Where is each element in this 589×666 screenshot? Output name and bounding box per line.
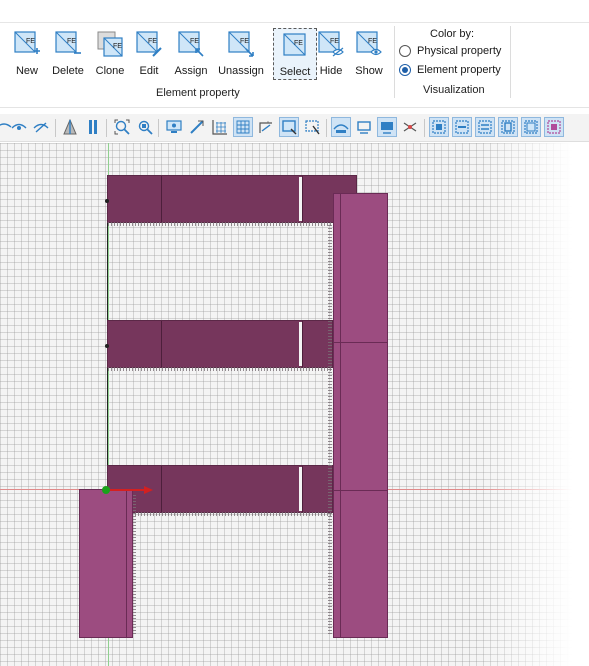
zoom-window-icon[interactable] — [135, 117, 155, 137]
ribbon-group-separator — [394, 26, 395, 98]
fe-hide-icon: FE — [318, 31, 344, 57]
beam-joint — [299, 177, 302, 221]
fe-show-icon: FE — [356, 31, 382, 56]
box-select-icon[interactable] — [279, 117, 299, 137]
show-button-label: Show — [355, 65, 383, 77]
model-viewport[interactable] — [0, 143, 589, 666]
screenshot-monitor-icon[interactable] — [164, 117, 184, 137]
fe-clone-icon: FE — [97, 31, 123, 57]
axis-triad-icon — [102, 486, 153, 494]
assign-button[interactable]: FE Assign — [169, 28, 213, 80]
physical-property-label: Physical property — [417, 45, 502, 57]
beam-joint — [299, 467, 302, 511]
ribbon-group-separator-end — [510, 26, 511, 98]
column-left[interactable] — [79, 489, 133, 638]
fe-delete-icon: FE — [55, 31, 81, 54]
svg-text:FE: FE — [190, 38, 199, 45]
beam-joint — [299, 322, 302, 366]
measure-ruler-icon[interactable] — [187, 117, 207, 137]
fe-select-icon: FE — [283, 33, 306, 56]
svg-text:FE: FE — [368, 38, 377, 45]
element-property-radio[interactable]: Element property — [399, 62, 501, 78]
beam-level-1[interactable] — [107, 175, 357, 226]
parallel-projection-icon[interactable] — [83, 117, 103, 137]
element-property-label: Element property — [417, 64, 501, 76]
hide-eye-icon[interactable] — [31, 117, 51, 137]
display-option-3-icon[interactable] — [475, 117, 495, 137]
physical-property-radio[interactable]: Physical property — [399, 43, 501, 59]
toolbar-separator — [55, 119, 56, 137]
fe-unassign-icon: FE — [228, 31, 254, 57]
svg-text:FE: FE — [26, 38, 35, 45]
svg-text:°: ° — [267, 121, 269, 127]
view-mode-1-icon[interactable] — [331, 117, 351, 137]
ribbon-top-divider — [0, 22, 589, 23]
svg-text:FE: FE — [240, 38, 249, 45]
toolbar-separator — [424, 119, 425, 137]
color-by-title: Color by: — [430, 28, 475, 40]
display-option-5-icon[interactable] — [521, 117, 541, 137]
show-button[interactable]: FE Show — [347, 28, 391, 80]
crossing-select-icon[interactable] — [302, 117, 322, 137]
element-property-radio-dot — [399, 64, 411, 76]
display-option-1-icon[interactable] — [429, 117, 449, 137]
grid-snap-icon[interactable] — [233, 117, 253, 137]
toolbar-separator — [158, 119, 159, 137]
fe-edit-icon: FE — [136, 31, 162, 57]
toolbar-separator — [326, 119, 327, 137]
view-toolbar: ° — [0, 114, 589, 142]
perspective-icon[interactable] — [60, 117, 80, 137]
display-option-6-icon[interactable] — [544, 117, 564, 137]
visualization-group-label: Visualization — [423, 84, 485, 96]
physical-property-radio-dot — [399, 45, 411, 57]
ribbon: FE New FE Delete FE Clone FE Edit FE Ass… — [0, 0, 589, 108]
toolbar-separator — [106, 119, 107, 137]
assign-button-label: Assign — [174, 65, 208, 77]
element-property-group-label: Element property — [156, 87, 240, 99]
cut-plane-icon[interactable] — [400, 117, 420, 137]
view-mode-2-icon[interactable] — [354, 117, 374, 137]
grid-toggle-icon[interactable] — [210, 117, 230, 137]
viewport-fade — [479, 143, 589, 666]
svg-text:FE: FE — [148, 38, 157, 45]
column-hatch — [328, 225, 332, 635]
angle-snap-icon[interactable]: ° — [256, 117, 276, 137]
svg-text:FE: FE — [113, 43, 122, 50]
display-option-4-icon[interactable] — [498, 117, 518, 137]
svg-text:FE: FE — [294, 40, 303, 47]
unassign-button[interactable]: FE Unassign — [218, 28, 264, 80]
node[interactable] — [105, 344, 109, 348]
svg-text:FE: FE — [67, 38, 76, 45]
zoom-fit-icon[interactable] — [112, 117, 132, 137]
fe-new-icon: FE — [14, 31, 40, 54]
node[interactable] — [105, 199, 109, 203]
svg-text:FE: FE — [330, 38, 339, 45]
fe-assign-icon: FE — [178, 31, 204, 57]
column-right[interactable] — [333, 193, 388, 638]
show-eye-icon[interactable] — [9, 117, 29, 137]
view-mode-3-icon[interactable] — [377, 117, 397, 137]
unassign-button-label: Unassign — [218, 65, 264, 77]
display-option-2-icon[interactable] — [452, 117, 472, 137]
